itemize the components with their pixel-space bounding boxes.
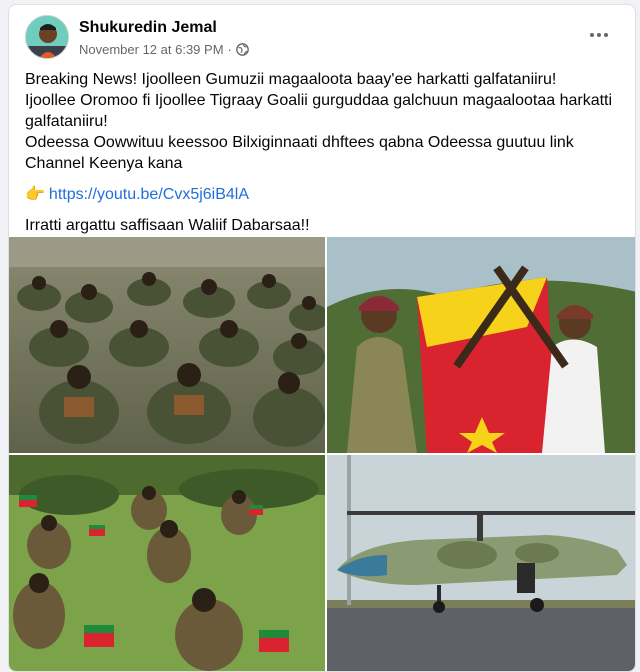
post-line-4: Irratti argattu saffisaan Waliif Dabarsa… (25, 217, 310, 234)
photo-grid (9, 237, 635, 671)
soldiers-in-field-photo[interactable] (9, 455, 325, 671)
seated-soldiers-photo[interactable] (9, 237, 325, 453)
post-line-3: Odeessa Oowwituu keessoo Bilxiginnaati d… (25, 134, 574, 172)
post-timestamp[interactable]: November 12 at 6:39 PM (79, 42, 224, 57)
avatar[interactable] (25, 15, 69, 59)
post-text: Breaking News! Ijoolleen Gumuzii magaalo… (25, 69, 621, 236)
fighters-with-flag-photo[interactable] (327, 237, 635, 453)
post-meta: November 12 at 6:39 PM · (79, 42, 249, 57)
pointing-hand-icon: 👉 (25, 186, 45, 203)
post-line-2: Ijoollee Oromoo fi Ijoollee Tigraay Goal… (25, 92, 613, 130)
post-header: Shukuredin Jemal November 12 at 6:39 PM … (25, 15, 623, 63)
link-row: 👉 https://youtu.be/Cvx5j6iB4lA (25, 184, 621, 205)
author-name[interactable]: Shukuredin Jemal (79, 19, 217, 37)
globe-icon[interactable] (236, 43, 249, 56)
meta-separator: · (227, 42, 232, 57)
post-card: Shukuredin Jemal November 12 at 6:39 PM … (8, 4, 636, 672)
helicopter-photo[interactable] (327, 455, 635, 671)
more-options-icon[interactable] (585, 25, 613, 45)
post-line-1: Breaking News! Ijoolleen Gumuzii magaalo… (25, 71, 557, 88)
youtube-link[interactable]: https://youtu.be/Cvx5j6iB4lA (49, 184, 249, 205)
